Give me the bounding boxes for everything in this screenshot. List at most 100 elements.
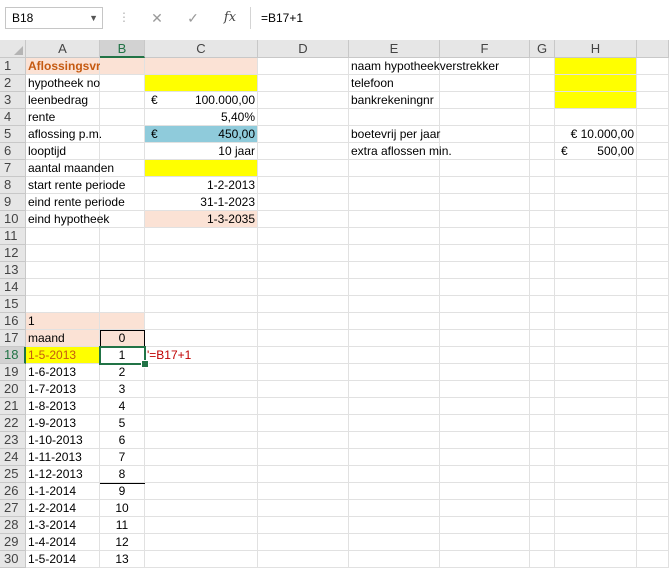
cell-f22[interactable] bbox=[440, 415, 530, 432]
cell-g13[interactable] bbox=[530, 262, 555, 279]
cell-overflow[interactable] bbox=[637, 313, 669, 330]
cell-g8[interactable] bbox=[530, 177, 555, 194]
cell-a25[interactable]: 1-12-2013 bbox=[26, 466, 100, 483]
row-header-8[interactable]: 8 bbox=[0, 177, 26, 194]
cell-h20[interactable] bbox=[555, 381, 637, 398]
cell-g14[interactable] bbox=[530, 279, 555, 296]
cell-a22[interactable]: 1-9-2013 bbox=[26, 415, 100, 432]
row-header-24[interactable]: 24 bbox=[0, 449, 26, 466]
cell-f19[interactable] bbox=[440, 364, 530, 381]
row-header-18[interactable]: 18 bbox=[0, 347, 26, 364]
cell-h26[interactable] bbox=[555, 483, 637, 500]
cell-g29[interactable] bbox=[530, 534, 555, 551]
cell-b4[interactable] bbox=[100, 109, 145, 126]
cell-h14[interactable] bbox=[555, 279, 637, 296]
cell-c7[interactable] bbox=[145, 160, 258, 177]
cell-a23[interactable]: 1-10-2013 bbox=[26, 432, 100, 449]
row-header-22[interactable]: 22 bbox=[0, 415, 26, 432]
cell-f25[interactable] bbox=[440, 466, 530, 483]
cell-c2[interactable] bbox=[145, 75, 258, 92]
cell-h25[interactable] bbox=[555, 466, 637, 483]
row-header-21[interactable]: 21 bbox=[0, 398, 26, 415]
cell-a8[interactable]: start rente periode bbox=[26, 177, 125, 194]
row-header-6[interactable]: 6 bbox=[0, 143, 26, 160]
row-header-12[interactable]: 12 bbox=[0, 245, 26, 262]
cell-overflow[interactable] bbox=[637, 194, 669, 211]
cell-g19[interactable] bbox=[530, 364, 555, 381]
cell-f6[interactable] bbox=[440, 143, 530, 160]
row-header-16[interactable]: 16 bbox=[0, 313, 26, 330]
cell-b3[interactable] bbox=[100, 92, 145, 109]
cell-c13[interactable] bbox=[145, 262, 258, 279]
row-header-10[interactable]: 10 bbox=[0, 211, 26, 228]
cell-e30[interactable] bbox=[349, 551, 440, 568]
cell-c23[interactable] bbox=[145, 432, 258, 449]
cell-h13[interactable] bbox=[555, 262, 637, 279]
cell-a17[interactable]: maand bbox=[26, 330, 100, 347]
cell-e12[interactable] bbox=[349, 245, 440, 262]
cell-d1[interactable] bbox=[258, 58, 349, 75]
cell-overflow[interactable] bbox=[637, 398, 669, 415]
cell-g26[interactable] bbox=[530, 483, 555, 500]
cell-b11[interactable] bbox=[100, 228, 145, 245]
cell-c28[interactable] bbox=[145, 517, 258, 534]
cell-f23[interactable] bbox=[440, 432, 530, 449]
cell-b8[interactable] bbox=[100, 177, 145, 194]
cell-c8[interactable]: 1-2-2013 bbox=[145, 177, 258, 194]
cell-overflow[interactable] bbox=[637, 483, 669, 500]
cell-h28[interactable] bbox=[555, 517, 637, 534]
cell-d4[interactable] bbox=[258, 109, 349, 126]
cell-e1[interactable]: naam hypotheekverstrekker bbox=[349, 58, 499, 75]
cell-overflow[interactable] bbox=[637, 75, 669, 92]
cell-e28[interactable] bbox=[349, 517, 440, 534]
cell-f3[interactable] bbox=[440, 92, 530, 109]
cell-a24[interactable]: 1-11-2013 bbox=[26, 449, 100, 466]
cell-b25[interactable]: 8 bbox=[100, 466, 145, 483]
cell-overflow[interactable] bbox=[637, 432, 669, 449]
cell-c12[interactable] bbox=[145, 245, 258, 262]
cell-f10[interactable] bbox=[440, 211, 530, 228]
column-header-c[interactable]: C bbox=[145, 40, 258, 58]
cell-b15[interactable] bbox=[100, 296, 145, 313]
cell-b1[interactable] bbox=[100, 58, 145, 75]
cell-a14[interactable] bbox=[26, 279, 100, 296]
cell-h19[interactable] bbox=[555, 364, 637, 381]
cell-d10[interactable] bbox=[258, 211, 349, 228]
cell-a5[interactable]: aflossing p.m. bbox=[26, 126, 102, 143]
cell-b23[interactable]: 6 bbox=[100, 432, 145, 449]
cell-g30[interactable] bbox=[530, 551, 555, 568]
cell-e2[interactable]: telefoon bbox=[349, 75, 440, 92]
cell-overflow[interactable] bbox=[637, 262, 669, 279]
cell-overflow[interactable] bbox=[637, 551, 669, 568]
cell-g12[interactable] bbox=[530, 245, 555, 262]
cell-e24[interactable] bbox=[349, 449, 440, 466]
cell-h1[interactable] bbox=[555, 58, 637, 75]
cell-e7[interactable] bbox=[349, 160, 440, 177]
cell-f7[interactable] bbox=[440, 160, 530, 177]
cell-overflow[interactable] bbox=[637, 466, 669, 483]
cell-h7[interactable] bbox=[555, 160, 637, 177]
cell-f26[interactable] bbox=[440, 483, 530, 500]
cell-a20[interactable]: 1-7-2013 bbox=[26, 381, 100, 398]
cell-h18[interactable] bbox=[555, 347, 637, 364]
cell-c21[interactable] bbox=[145, 398, 258, 415]
cell-e8[interactable] bbox=[349, 177, 440, 194]
row-header-26[interactable]: 26 bbox=[0, 483, 26, 500]
cell-f11[interactable] bbox=[440, 228, 530, 245]
cell-g16[interactable] bbox=[530, 313, 555, 330]
cell-f2[interactable] bbox=[440, 75, 530, 92]
cell-a3[interactable]: leenbedrag bbox=[26, 92, 100, 109]
cell-h8[interactable] bbox=[555, 177, 637, 194]
cell-f20[interactable] bbox=[440, 381, 530, 398]
cell-a2[interactable]: hypotheek no bbox=[26, 75, 100, 92]
cell-f24[interactable] bbox=[440, 449, 530, 466]
fill-handle[interactable] bbox=[141, 360, 149, 368]
cell-g10[interactable] bbox=[530, 211, 555, 228]
cell-h21[interactable] bbox=[555, 398, 637, 415]
row-header-13[interactable]: 13 bbox=[0, 262, 26, 279]
cell-e22[interactable] bbox=[349, 415, 440, 432]
cell-g1[interactable] bbox=[530, 58, 555, 75]
cell-g22[interactable] bbox=[530, 415, 555, 432]
cell-d5[interactable] bbox=[258, 126, 349, 143]
cell-e10[interactable] bbox=[349, 211, 440, 228]
